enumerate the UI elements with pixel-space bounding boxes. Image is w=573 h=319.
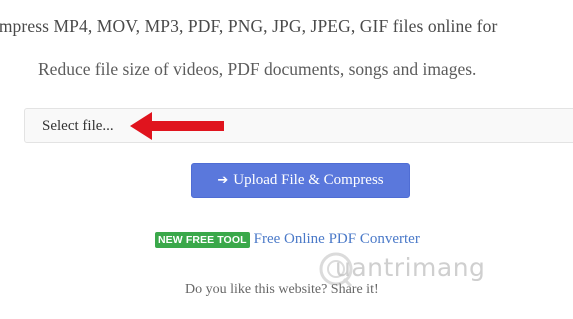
watermark-text: uantrimang — [335, 253, 486, 282]
annotation-arrow-icon — [130, 112, 224, 140]
promo-row: NEW FREE TOOL Free Online PDF Converter — [155, 231, 420, 248]
new-tool-badge: NEW FREE TOOL — [155, 231, 250, 248]
file-select-label: Select file... — [42, 118, 114, 134]
arrow-right-icon: ➔ — [217, 173, 229, 188]
upload-compress-button-label: Upload File & Compress — [233, 172, 384, 188]
page-headline: ompress MP4, MOV, MP3, PDF, PNG, JPG, JP… — [0, 16, 498, 36]
upload-compress-button[interactable]: ➔ Upload File & Compress — [191, 163, 410, 198]
file-select-input[interactable]: Select file... — [24, 108, 573, 143]
pdf-converter-link[interactable]: Free Online PDF Converter — [254, 231, 420, 248]
page-subheadline: Reduce file size of videos, PDF document… — [38, 59, 477, 79]
